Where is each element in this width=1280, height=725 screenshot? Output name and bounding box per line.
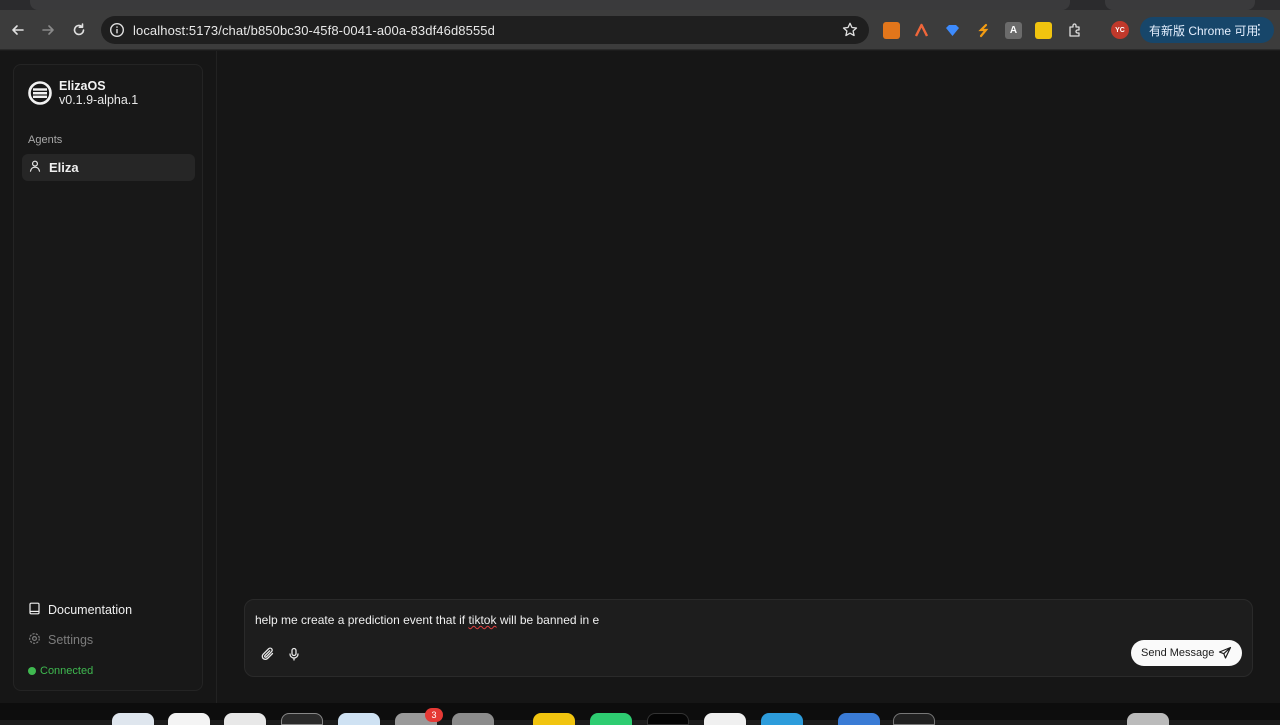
- dock-icon[interactable]: [338, 713, 380, 725]
- back-icon[interactable]: [7, 19, 29, 41]
- extension-icon[interactable]: [913, 22, 930, 39]
- user-icon: [29, 159, 41, 177]
- chrome-dock-icon[interactable]: [224, 713, 266, 725]
- page-viewport: ElizaOS v0.1.9-alpha.1 Agents Eliza Docu…: [0, 51, 1280, 703]
- brand-version: v0.1.9-alpha.1: [59, 93, 139, 107]
- send-message-button[interactable]: Send Message: [1131, 640, 1242, 666]
- extension-icon[interactable]: [975, 22, 992, 39]
- bookmark-star-icon[interactable]: [841, 21, 859, 39]
- dock-icon[interactable]: [452, 713, 494, 725]
- documentation-link[interactable]: Documentation: [28, 602, 132, 618]
- settings-link[interactable]: Settings: [28, 632, 93, 648]
- browser-tab[interactable]: [1105, 0, 1255, 10]
- message-text: help me create a prediction event that i…: [255, 613, 469, 627]
- status-label: Connected: [40, 665, 94, 677]
- url-text: localhost:5173/chat/b850bc30-45f8-0041-a…: [133, 23, 495, 38]
- microphone-icon[interactable]: [284, 644, 304, 664]
- sidebar-divider: [216, 51, 217, 703]
- puzzle-extensions-icon[interactable]: [1064, 19, 1086, 41]
- macos-dock: [0, 703, 1280, 725]
- extension-icon[interactable]: A: [1005, 22, 1022, 39]
- address-bar[interactable]: localhost:5173/chat/b850bc30-45f8-0041-a…: [101, 16, 869, 44]
- notes-dock-icon[interactable]: [533, 713, 575, 725]
- tab-strip: [0, 0, 1280, 10]
- book-icon: [28, 602, 41, 618]
- metamask-extension-icon[interactable]: [883, 22, 900, 39]
- message-text: will be banned in e: [496, 613, 600, 627]
- status-dot: [28, 667, 36, 675]
- browser-toolbar: localhost:5173/chat/b850bc30-45f8-0041-a…: [0, 10, 1280, 50]
- active-tab[interactable]: [30, 0, 1070, 10]
- terminal-dock-icon[interactable]: [281, 713, 323, 725]
- settings-label: Settings: [48, 633, 94, 647]
- elizaos-logo-icon: [27, 80, 53, 106]
- message-input[interactable]: help me create a prediction event that i…: [255, 613, 599, 627]
- sidebar: ElizaOS v0.1.9-alpha.1 Agents Eliza Docu…: [13, 64, 203, 691]
- diamond-extension-icon[interactable]: [944, 22, 961, 39]
- agents-section-label: Agents: [28, 134, 63, 146]
- more-menu-icon[interactable]: ⋮: [1252, 22, 1266, 36]
- dock-icon[interactable]: [647, 713, 689, 725]
- paperclip-icon[interactable]: [258, 644, 278, 664]
- send-icon: [1218, 646, 1232, 659]
- trash-dock-icon[interactable]: [1127, 713, 1169, 725]
- misspelled-word: tiktok: [468, 613, 497, 627]
- chrome-update-button[interactable]: 有新版 Chrome 可用 ⋮: [1140, 17, 1274, 43]
- update-label: 有新版 Chrome 可用: [1149, 23, 1259, 38]
- forward-icon[interactable]: [37, 19, 59, 41]
- documentation-label: Documentation: [48, 603, 133, 617]
- site-info-icon[interactable]: [109, 22, 125, 38]
- gear-icon: [28, 632, 41, 648]
- agent-label: Eliza: [49, 160, 79, 175]
- dock-icon[interactable]: [838, 713, 880, 725]
- reload-icon[interactable]: [68, 19, 90, 41]
- brand[interactable]: ElizaOS v0.1.9-alpha.1: [27, 79, 138, 107]
- dock-icon[interactable]: [704, 713, 746, 725]
- send-label: Send Message: [1141, 647, 1215, 659]
- brand-name: ElizaOS: [59, 79, 106, 93]
- dock-icon[interactable]: [893, 713, 935, 725]
- extension-icon[interactable]: [1035, 22, 1052, 39]
- wechat-dock-icon[interactable]: [590, 713, 632, 725]
- dock-icon[interactable]: [761, 713, 803, 725]
- profile-avatar[interactable]: YC: [1111, 21, 1129, 39]
- connection-status: Connected: [28, 665, 93, 677]
- finder-dock-icon[interactable]: [112, 713, 154, 725]
- dock-icon[interactable]: [168, 713, 210, 725]
- sidebar-item-eliza[interactable]: Eliza: [22, 154, 195, 181]
- message-composer[interactable]: help me create a prediction event that i…: [244, 599, 1253, 677]
